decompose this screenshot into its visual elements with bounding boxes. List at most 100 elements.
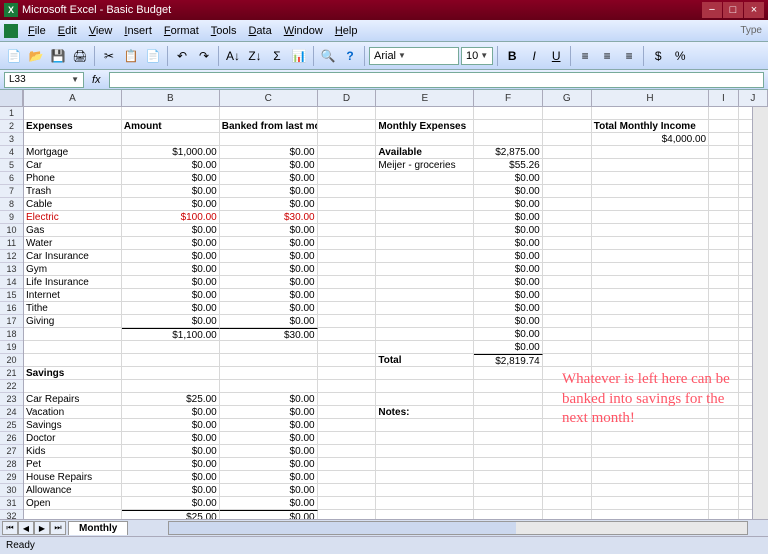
cell[interactable] xyxy=(709,419,738,431)
cell[interactable]: Pet xyxy=(24,458,122,470)
tab-last-button[interactable]: ⏭ xyxy=(50,521,66,535)
cut-icon[interactable]: ✂ xyxy=(99,46,119,66)
cell[interactable] xyxy=(543,354,592,366)
cell[interactable] xyxy=(376,315,474,327)
cell[interactable] xyxy=(543,458,592,470)
bold-button[interactable]: B xyxy=(502,46,522,66)
cell[interactable] xyxy=(318,354,377,366)
cell[interactable] xyxy=(709,172,738,184)
row-header-24[interactable]: 24 xyxy=(0,406,23,419)
cell[interactable] xyxy=(709,393,738,405)
open-icon[interactable]: 📂 xyxy=(26,46,46,66)
cell[interactable] xyxy=(376,211,474,223)
cell[interactable] xyxy=(709,224,738,236)
cell[interactable] xyxy=(318,172,377,184)
cell[interactable]: $0.00 xyxy=(220,172,318,184)
cell[interactable] xyxy=(474,432,543,444)
vertical-scrollbar[interactable] xyxy=(752,107,768,538)
cell[interactable] xyxy=(318,341,377,353)
cell[interactable]: $0.00 xyxy=(474,302,543,314)
cell[interactable] xyxy=(24,354,122,366)
row-header-1[interactable]: 1 xyxy=(0,107,23,120)
cell[interactable] xyxy=(592,432,709,444)
cell[interactable] xyxy=(24,133,122,145)
cell[interactable] xyxy=(592,367,709,379)
cell[interactable] xyxy=(592,419,709,431)
cell[interactable]: $0.00 xyxy=(122,315,220,327)
row-header-18[interactable]: 18 xyxy=(0,328,23,341)
cell[interactable]: $0.00 xyxy=(122,263,220,275)
cell[interactable] xyxy=(376,185,474,197)
col-header-A[interactable]: A xyxy=(24,90,122,106)
cell[interactable]: Monthly Expenses xyxy=(376,120,474,132)
row-header-31[interactable]: 31 xyxy=(0,497,23,510)
maximize-button[interactable]: □ xyxy=(723,2,743,18)
cell[interactable] xyxy=(543,185,592,197)
menu-file[interactable]: File xyxy=(22,23,52,39)
row-header-28[interactable]: 28 xyxy=(0,458,23,471)
cell[interactable]: Expenses xyxy=(24,120,122,132)
row-header-25[interactable]: 25 xyxy=(0,419,23,432)
cell[interactable]: $0.00 xyxy=(122,289,220,301)
cell[interactable]: $0.00 xyxy=(122,471,220,483)
cell[interactable]: Amount xyxy=(122,120,220,132)
cell[interactable]: $0.00 xyxy=(122,302,220,314)
cell[interactable]: Available xyxy=(376,146,474,158)
row-header-15[interactable]: 15 xyxy=(0,289,23,302)
tab-prev-button[interactable]: ◀ xyxy=(18,521,34,535)
align-right-icon[interactable]: ≡ xyxy=(619,46,639,66)
cell[interactable]: $0.00 xyxy=(220,250,318,262)
col-header-F[interactable]: F xyxy=(474,90,543,106)
cell[interactable]: $2,819.74 xyxy=(474,354,543,366)
cell[interactable]: $0.00 xyxy=(122,250,220,262)
cell[interactable]: $0.00 xyxy=(220,471,318,483)
cell[interactable]: Electric xyxy=(24,211,122,223)
row-header-10[interactable]: 10 xyxy=(0,224,23,237)
name-box[interactable]: L33▼ xyxy=(4,72,84,88)
cell[interactable] xyxy=(543,146,592,158)
cell[interactable] xyxy=(709,289,738,301)
cell[interactable] xyxy=(122,133,220,145)
cell[interactable] xyxy=(318,302,377,314)
cell[interactable] xyxy=(318,458,377,470)
row-header-29[interactable]: 29 xyxy=(0,471,23,484)
cell[interactable] xyxy=(318,250,377,262)
cell[interactable]: $0.00 xyxy=(220,159,318,171)
row-header-8[interactable]: 8 xyxy=(0,198,23,211)
cell[interactable]: $0.00 xyxy=(474,250,543,262)
cell[interactable]: $0.00 xyxy=(122,159,220,171)
cell[interactable] xyxy=(376,497,474,509)
cell[interactable]: $0.00 xyxy=(122,224,220,236)
cell[interactable] xyxy=(709,211,738,223)
cell[interactable]: Vacation xyxy=(24,406,122,418)
cell[interactable] xyxy=(376,289,474,301)
cell[interactable]: $25.00 xyxy=(122,393,220,405)
cell[interactable]: $0.00 xyxy=(474,341,543,353)
cell[interactable] xyxy=(318,211,377,223)
row-header-16[interactable]: 16 xyxy=(0,302,23,315)
cell[interactable]: Banked from last month xyxy=(220,120,318,132)
cell[interactable] xyxy=(474,120,543,132)
cell[interactable]: $0.00 xyxy=(220,289,318,301)
cell[interactable] xyxy=(318,224,377,236)
cell[interactable] xyxy=(24,328,122,340)
cell[interactable] xyxy=(592,146,709,158)
cell[interactable] xyxy=(543,250,592,262)
cell[interactable] xyxy=(592,276,709,288)
menu-edit[interactable]: Edit xyxy=(52,23,83,39)
cell[interactable]: $0.00 xyxy=(220,458,318,470)
row-header-23[interactable]: 23 xyxy=(0,393,23,406)
cell[interactable] xyxy=(318,484,377,496)
cell[interactable]: $0.00 xyxy=(220,445,318,457)
cell[interactable] xyxy=(592,250,709,262)
cell[interactable] xyxy=(474,497,543,509)
cell[interactable] xyxy=(709,159,738,171)
cell[interactable] xyxy=(592,458,709,470)
cell[interactable]: $0.00 xyxy=(474,224,543,236)
cell[interactable] xyxy=(709,185,738,197)
cell[interactable] xyxy=(592,393,709,405)
cell[interactable]: $0.00 xyxy=(474,289,543,301)
cell[interactable] xyxy=(318,419,377,431)
cell[interactable]: $0.00 xyxy=(122,484,220,496)
cell[interactable]: $0.00 xyxy=(474,237,543,249)
